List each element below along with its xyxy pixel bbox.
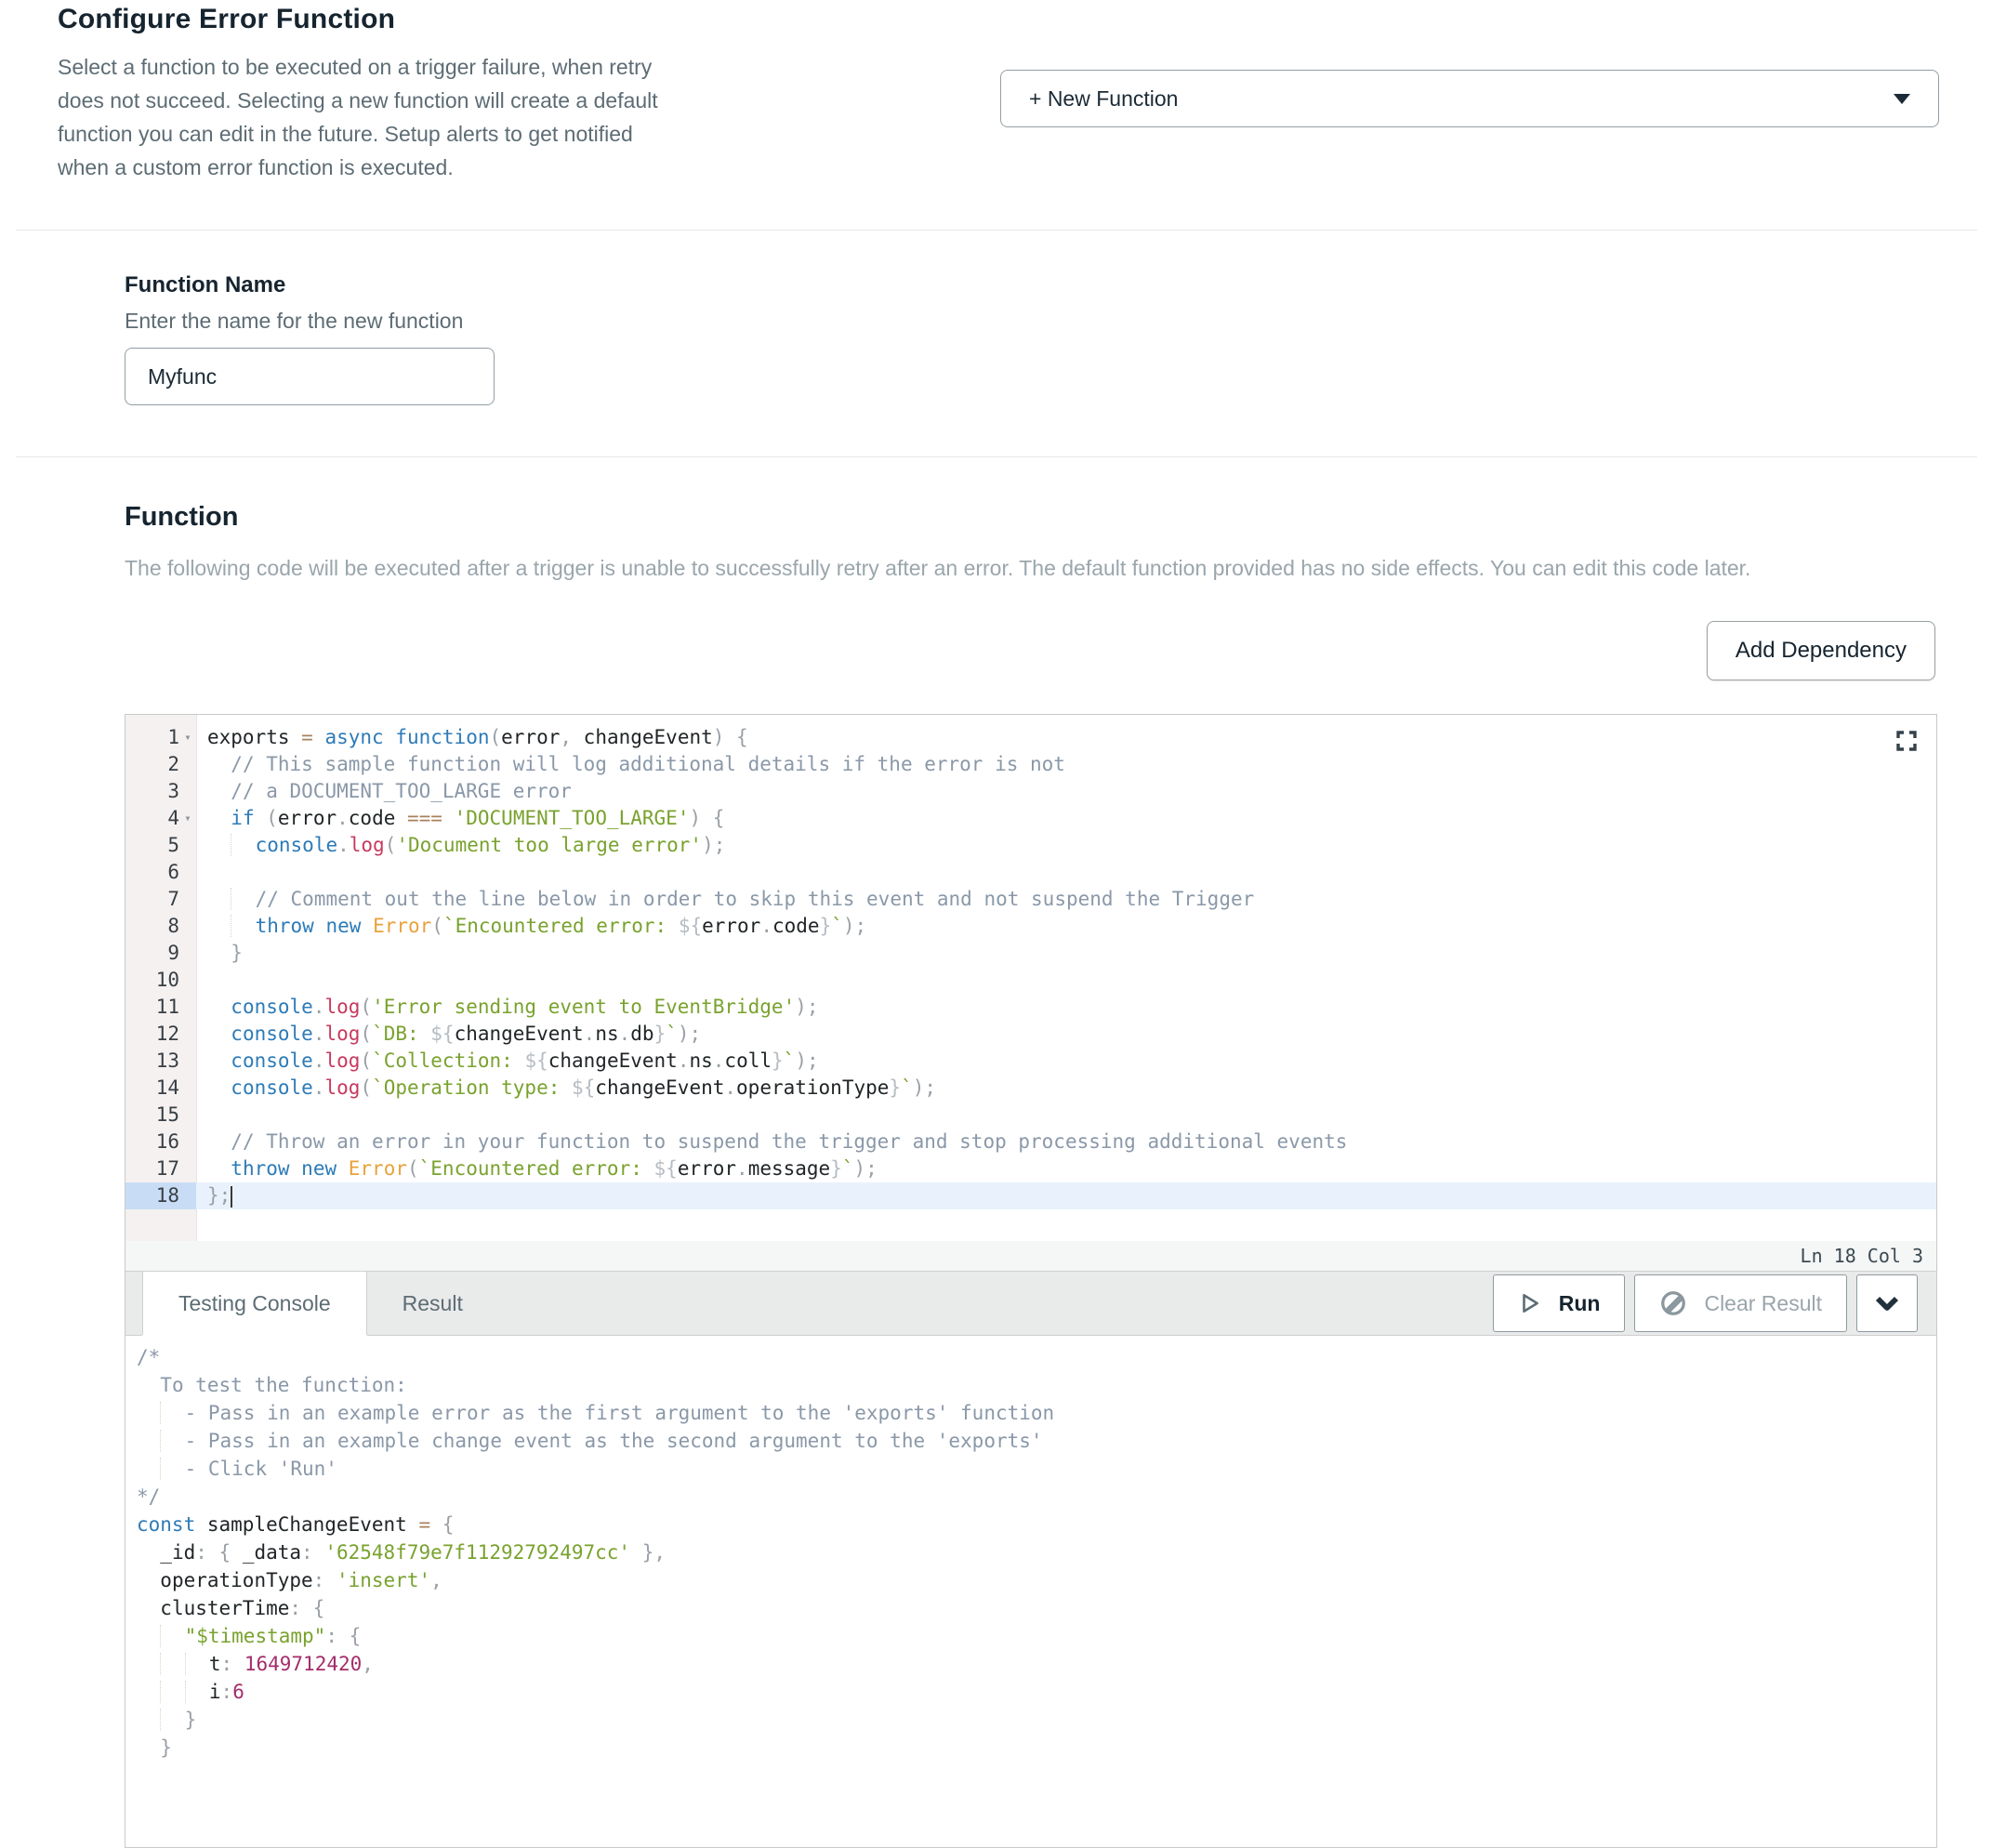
line-number: 7 — [167, 888, 179, 910]
line-number: 8 — [167, 915, 179, 937]
line-number: 12 — [155, 1023, 179, 1045]
function-section: Function The following code will be exec… — [0, 502, 1993, 1848]
run-button[interactable]: Run — [1492, 1274, 1626, 1332]
code-line[interactable]: 12 console.log(`DB: ${changeEvent.ns.db}… — [125, 1021, 1936, 1048]
line-number: 17 — [155, 1157, 179, 1180]
line-number: 18 — [125, 1182, 196, 1209]
line-number: 6 — [167, 861, 179, 883]
console-code-line[interactable]: } — [137, 1734, 1936, 1762]
code-line[interactable]: 4 ▾ if (error.code === 'DOCUMENT_TOO_LARG… — [125, 805, 1936, 832]
add-dependency-button[interactable]: Add Dependency — [1706, 621, 1935, 680]
console-code-line[interactable]: - Pass in an example change event as the… — [137, 1427, 1936, 1455]
line-number: 15 — [155, 1103, 179, 1126]
console-code-line[interactable]: operationType: 'insert', — [137, 1566, 1936, 1594]
function-select-value: + New Function — [1029, 86, 1179, 111]
console-code-line[interactable]: i:6 — [137, 1678, 1936, 1706]
page-title: Configure Error Function — [58, 4, 396, 34]
console-tab-bar: Testing Console Result Run Clear Result — [125, 1271, 1936, 1336]
code-line[interactable]: 13 console.log(`Collection: ${changeEven… — [125, 1048, 1936, 1075]
testing-console-output[interactable]: /* To test the function: - Pass in an ex… — [125, 1336, 1936, 1762]
function-heading: Function — [125, 502, 239, 532]
line-number: 13 — [155, 1049, 179, 1072]
tab-bar-spacer — [498, 1272, 1493, 1335]
code-line[interactable]: 9 } — [125, 940, 1936, 967]
code-line[interactable]: 17 throw new Error(`Encountered error: $… — [125, 1155, 1936, 1182]
code-line[interactable]: 16 // Throw an error in your function to… — [125, 1129, 1936, 1155]
line-number: 10 — [155, 969, 179, 991]
configure-error-function-section: Configure Error Function Select a functi… — [0, 0, 1993, 230]
function-select-dropdown[interactable]: + New Function — [1000, 70, 1939, 127]
console-code-line[interactable]: - Click 'Run' — [137, 1455, 1936, 1483]
line-number: 11 — [155, 996, 179, 1018]
code-line[interactable]: 2 // This sample function will log addit… — [125, 751, 1936, 778]
clear-result-button[interactable]: Clear Result — [1634, 1274, 1847, 1332]
function-description: The following code will be executed afte… — [125, 556, 1751, 580]
line-number: 16 — [155, 1130, 179, 1153]
fold-arrow-icon[interactable]: ▾ — [179, 805, 196, 832]
console-code-line[interactable]: clusterTime: { — [137, 1594, 1936, 1622]
line-number: 14 — [155, 1076, 179, 1099]
function-name-description: Enter the name for the new function — [125, 309, 464, 333]
collapse-console-button[interactable] — [1856, 1274, 1918, 1332]
console-code-line[interactable]: t: 1649712420, — [137, 1650, 1936, 1678]
line-number: 5 — [167, 834, 179, 856]
function-name-label: Function Name — [125, 272, 286, 297]
code-line[interactable]: 1 ▾ exports = async function(error, change… — [125, 724, 1936, 751]
page-description: Select a function to be executed on a tr… — [58, 55, 658, 179]
console-code-line[interactable]: /* — [137, 1343, 1936, 1371]
fold-arrow-icon[interactable]: ▾ — [179, 724, 196, 751]
play-icon — [1522, 1294, 1538, 1313]
code-line[interactable]: 15 — [125, 1102, 1936, 1129]
console-code-line[interactable]: const sampleChangeEvent = { — [137, 1511, 1936, 1538]
console-code-line[interactable]: } — [137, 1706, 1936, 1734]
code-line[interactable]: 10 — [125, 967, 1936, 994]
code-line[interactable]: 7 // Comment out the line below in order… — [125, 886, 1936, 913]
line-number: 2 — [167, 753, 179, 775]
console-code-line[interactable]: _id: { _data: '62548f79e7f11292792497cc'… — [137, 1538, 1936, 1566]
console-code-line[interactable]: */ — [137, 1483, 1936, 1511]
tab-result[interactable]: Result — [367, 1272, 498, 1335]
chevron-down-icon — [1894, 93, 1910, 104]
function-name-input[interactable] — [125, 348, 495, 405]
code-line[interactable]: 3 // a DOCUMENT_TOO_LARGE error — [125, 778, 1936, 805]
code-editor[interactable]: 1 ▾ exports = async function(error, change… — [125, 715, 1936, 1241]
line-number: 1 ▾ — [125, 724, 196, 751]
function-editor-panel: 1 ▾ exports = async function(error, change… — [125, 714, 1937, 1848]
code-line[interactable]: 6 — [125, 859, 1936, 886]
console-code-line[interactable]: To test the function: — [137, 1371, 1936, 1399]
line-number: 9 — [167, 942, 179, 964]
console-code-line[interactable]: "$timestamp": { — [137, 1622, 1936, 1650]
clear-icon — [1661, 1291, 1686, 1315]
console-code-line[interactable]: - Pass in an example error as the first … — [137, 1399, 1936, 1427]
function-name-section: Function Name Enter the name for the new… — [0, 231, 1993, 456]
editor-filler — [125, 1209, 1936, 1241]
code-line[interactable]: 5 console.log('Document too large error'… — [125, 832, 1936, 859]
tab-testing-console[interactable]: Testing Console — [142, 1272, 367, 1335]
chevron-down-icon — [1875, 1296, 1899, 1311]
code-line[interactable]: 11 console.log('Error sending event to E… — [125, 994, 1936, 1021]
code-line[interactable]: 18}; — [125, 1182, 1936, 1209]
editor-status-bar: Ln 18 Col 3 — [125, 1241, 1936, 1271]
line-number: 4 ▾ — [125, 805, 196, 832]
cursor-position: Ln 18 Col 3 — [1800, 1245, 1923, 1267]
code-line[interactable]: 8 throw new Error(`Encountered error: ${… — [125, 913, 1936, 940]
line-number: 3 — [167, 780, 179, 802]
code-line[interactable]: 14 console.log(`Operation type: ${change… — [125, 1075, 1936, 1102]
section-divider — [16, 456, 1977, 457]
